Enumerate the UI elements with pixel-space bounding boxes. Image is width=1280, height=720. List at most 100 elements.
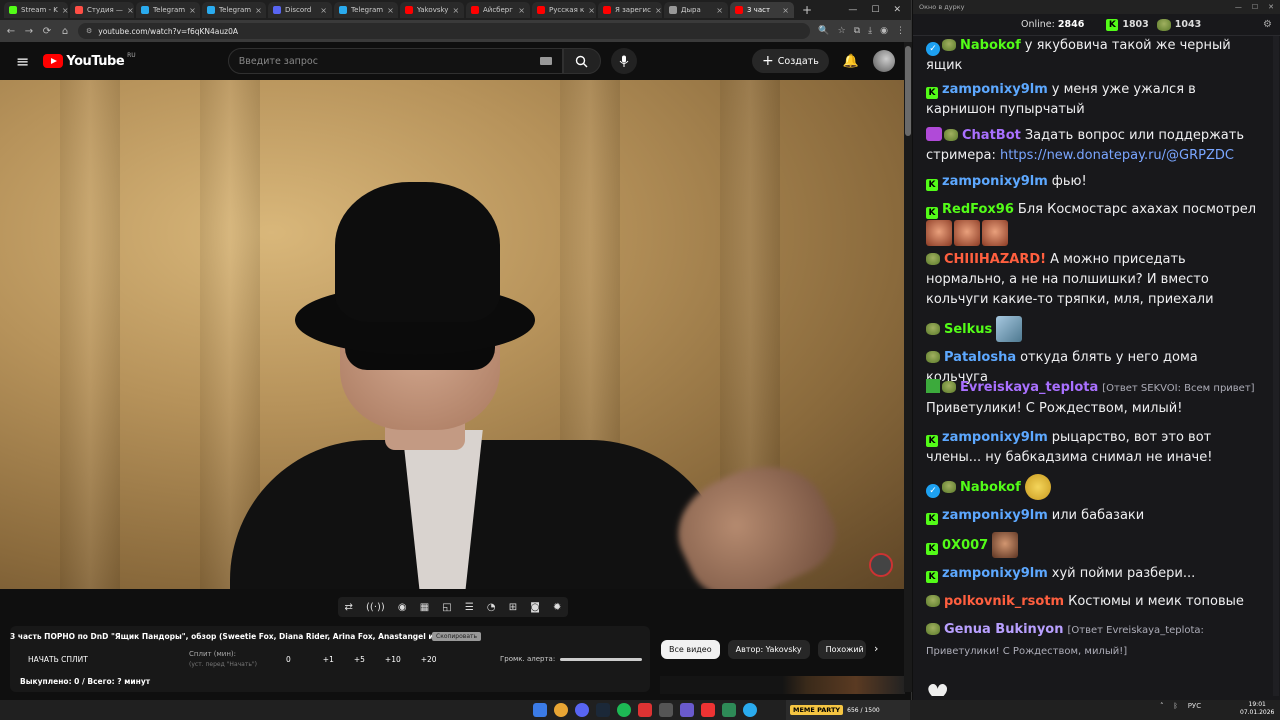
tab-close-icon[interactable]: × [716, 6, 723, 15]
browser-tab[interactable]: Discord × [268, 2, 332, 18]
browser-tab[interactable]: Айсберг × [466, 2, 530, 18]
bluetooth-icon[interactable]: ᛒ [1174, 702, 1178, 710]
spotify-icon[interactable] [617, 703, 631, 717]
film-icon[interactable]: ▦ [420, 602, 429, 613]
chat-username[interactable]: Evreiskaya_teplota [960, 380, 1098, 395]
browser-tab[interactable]: Telegram × [334, 2, 398, 18]
scrollbar-thumb[interactable] [905, 46, 911, 136]
home-icon[interactable]: ⌂ [60, 26, 70, 37]
settings-gear-icon[interactable]: ✹ [553, 602, 561, 613]
split-add-1-button[interactable]: +1 [323, 655, 334, 664]
chat-username[interactable]: Nabokof [960, 480, 1021, 495]
tab-close-icon[interactable]: × [452, 6, 459, 15]
start-split-button[interactable]: НАЧАТЬ СПЛИТ [28, 655, 88, 664]
notifications-bell-icon[interactable]: 🔔 [843, 54, 859, 69]
chat-username[interactable]: ChatBot [962, 128, 1021, 143]
app-icon[interactable] [722, 703, 736, 717]
browser-tab[interactable]: Yakovsky × [400, 2, 464, 18]
create-button[interactable]: + Создать [752, 49, 829, 73]
aspect-icon[interactable]: ◱ [442, 602, 451, 613]
minimize-icon[interactable]: — [848, 5, 857, 15]
chat-username[interactable]: RedFox96 [942, 202, 1014, 217]
chat-username[interactable]: zamponixy9lm [942, 566, 1048, 581]
tab-close-icon[interactable]: × [189, 6, 196, 15]
close-icon[interactable]: ✕ [1268, 3, 1274, 11]
back-icon[interactable]: ← [6, 26, 16, 37]
search-button[interactable] [562, 48, 601, 74]
tab-close-icon[interactable]: × [320, 6, 327, 15]
chip-author[interactable]: Автор: Yakovsky [727, 640, 810, 659]
youtube-logo[interactable]: YouTube RU [43, 52, 136, 69]
chip-similar[interactable]: Похожий [817, 640, 866, 659]
zoom-icon[interactable]: 🔍 [818, 26, 829, 36]
chip-all-videos[interactable]: Все видео [661, 640, 720, 659]
speed-icon[interactable]: ◔ [487, 602, 496, 613]
chat-username[interactable]: 0X007 [942, 538, 988, 553]
chat-username[interactable]: Genua Bukinyon [944, 622, 1063, 637]
reload-icon[interactable]: ⟳ [42, 26, 52, 37]
tab-close-icon[interactable]: × [518, 6, 525, 15]
chat-username[interactable]: zamponixy9lm [942, 508, 1048, 523]
split-add-5-button[interactable]: +5 [354, 655, 365, 664]
tray-chevron-icon[interactable]: ˄ [1160, 702, 1164, 710]
playlist-icon[interactable]: ☰ [465, 602, 474, 613]
chat-username[interactable]: Patalosha [944, 350, 1016, 365]
donation-link[interactable]: https://new.donatepay.ru/@GRPZDC [1000, 148, 1234, 163]
tab-close-icon[interactable]: × [588, 6, 595, 15]
start-icon[interactable] [533, 703, 547, 717]
loop-icon[interactable]: ⇄ [345, 602, 353, 613]
language-indicator[interactable]: РУС [1188, 702, 1201, 710]
chat-username[interactable]: polkovnik_rsotm [944, 594, 1064, 609]
menu-icon[interactable]: ⋮ [896, 26, 905, 36]
copy-button[interactable]: Скопировать [432, 632, 482, 641]
new-tab-icon[interactable]: + [796, 3, 818, 17]
voice-search-button[interactable] [610, 48, 637, 74]
tab-close-icon[interactable]: × [127, 6, 134, 15]
chat-username[interactable]: Selkus [944, 322, 992, 337]
page-scrollbar[interactable] [904, 42, 912, 692]
alert-volume-slider[interactable] [560, 658, 642, 661]
minimize-icon[interactable]: — [1235, 3, 1242, 11]
watch-later-icon[interactable]: ◉ [398, 602, 407, 613]
browser-tab[interactable]: Telegram × [202, 2, 266, 18]
clock[interactable]: 19:01 07.01.2026 [1240, 701, 1274, 717]
player-icon[interactable] [680, 703, 694, 717]
forward-icon[interactable]: → [24, 26, 34, 37]
discord-icon[interactable] [575, 703, 589, 717]
site-info-icon[interactable]: ⚙ [86, 27, 92, 35]
chat-scrollbar[interactable] [1273, 36, 1279, 696]
browser-tab[interactable]: Telegram × [136, 2, 200, 18]
tab-close-icon[interactable]: × [782, 6, 789, 15]
chat-username[interactable]: zamponixy9lm [942, 82, 1048, 97]
chat-username[interactable]: zamponixy9lm [942, 430, 1048, 445]
browser-tab[interactable]: Я зарегис × [598, 2, 662, 18]
chat-username[interactable]: zamponixy9lm [942, 174, 1048, 189]
broadcast-icon[interactable]: ((·)) [366, 602, 385, 613]
chrome-icon[interactable] [554, 703, 568, 717]
search-input[interactable]: Введите запрос [227, 48, 563, 74]
maximize-icon[interactable]: ☐ [1252, 3, 1258, 11]
keyboard-icon[interactable] [539, 57, 552, 65]
tab-close-icon[interactable]: × [62, 6, 68, 15]
split-add-10-button[interactable]: +10 [385, 655, 401, 664]
channel-watermark[interactable] [869, 553, 893, 577]
chat-settings-icon[interactable]: ⚙ [1263, 19, 1272, 30]
browser-tab[interactable]: Дыра × [664, 2, 728, 18]
tab-close-icon[interactable]: × [655, 6, 662, 15]
video-player[interactable] [0, 80, 905, 589]
tab-close-icon[interactable]: × [255, 6, 262, 15]
browser-tab[interactable]: Студия — × [70, 2, 134, 18]
maximize-icon[interactable]: ☐ [871, 5, 879, 15]
camera-icon[interactable]: ◙ [530, 602, 540, 613]
add-frame-icon[interactable]: ⊞ [509, 602, 517, 613]
reply-reference[interactable]: [Ответ SEKVOI: Всем привет] [1102, 383, 1254, 394]
chevron-right-icon[interactable]: › [874, 642, 878, 655]
browser-tab[interactable]: Stream - K × [4, 2, 68, 18]
browser-tab[interactable]: 3 част × [730, 2, 794, 18]
url-field[interactable]: ⚙ youtube.com/watch?v=f6qKN4auz0A [78, 23, 811, 39]
extensions-icon[interactable]: ⧉ [854, 26, 860, 36]
recommendation-thumbnail[interactable] [660, 676, 905, 694]
browser-tab[interactable]: Русская к × [532, 2, 596, 18]
chat-username[interactable]: CHIIIHAZARD! [944, 252, 1046, 267]
obs-icon[interactable] [659, 703, 673, 717]
